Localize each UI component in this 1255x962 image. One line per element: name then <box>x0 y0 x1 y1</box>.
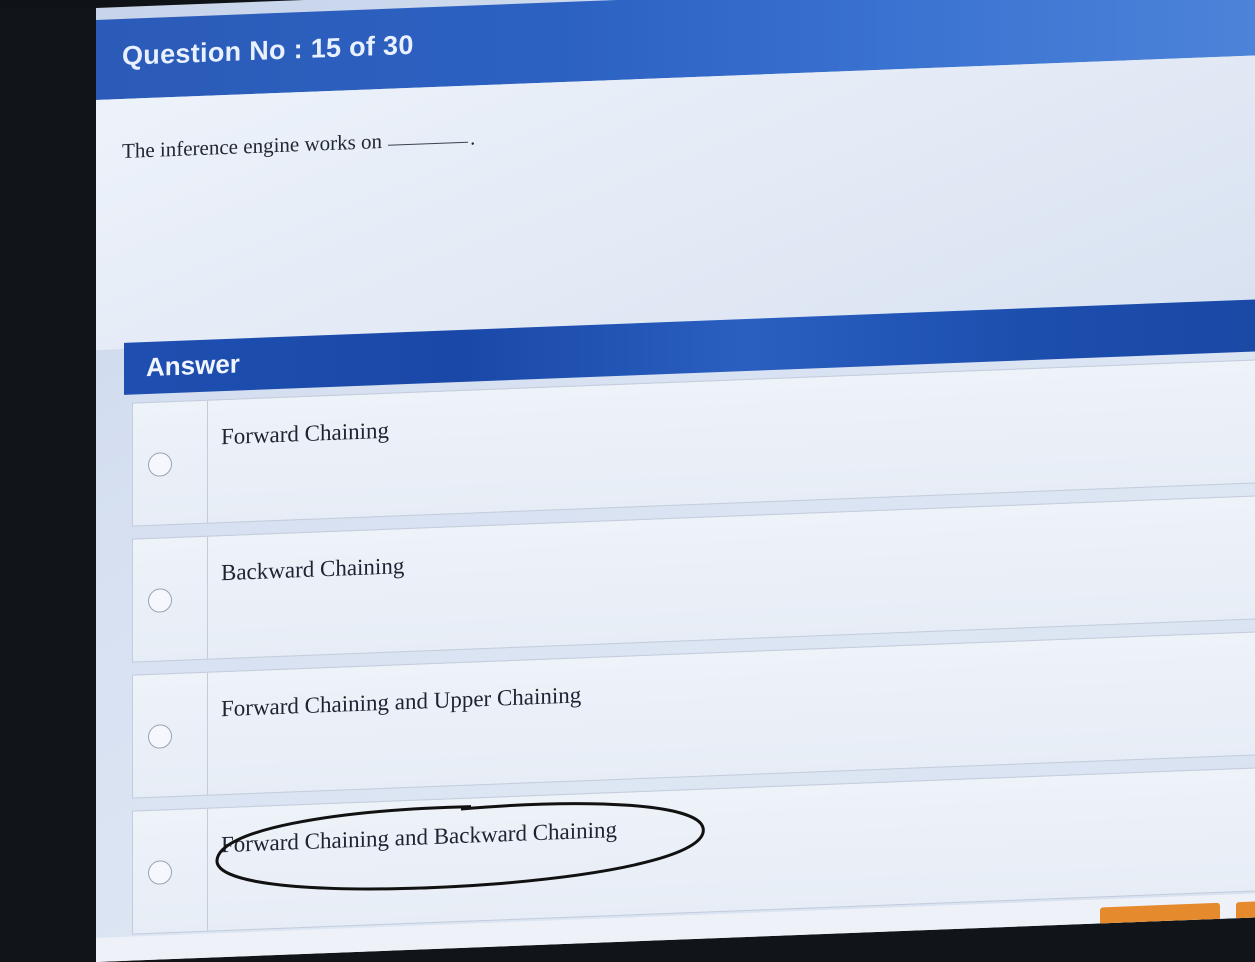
radio-cell <box>133 400 208 526</box>
quiz-screen: Question No : 15 of 30 The inference eng… <box>96 0 1255 962</box>
option-label: Backward Chaining <box>221 553 405 586</box>
radio-cell <box>133 808 208 934</box>
fill-in-blank <box>388 141 469 146</box>
answer-title: Answer <box>146 348 240 383</box>
radio-button[interactable] <box>148 860 172 886</box>
radio-button[interactable] <box>148 452 172 478</box>
nav-button-secondary[interactable] <box>1236 900 1255 937</box>
option-label: Forward Chaining and Backward Chaining <box>221 816 618 858</box>
radio-cell <box>133 536 208 662</box>
radio-button[interactable] <box>148 588 172 614</box>
question-text-line: The inference engine works on. <box>122 125 475 164</box>
option-label: Forward Chaining <box>221 417 390 450</box>
nav-button-primary[interactable] <box>1100 902 1220 942</box>
question-number: Question No : 15 of 30 <box>122 29 414 72</box>
blank-period: . <box>470 125 476 150</box>
question-text: The inference engine works on <box>122 129 383 164</box>
radio-button[interactable] <box>148 724 172 750</box>
option-label: Forward Chaining and Upper Chaining <box>221 682 582 722</box>
answer-options: Forward Chaining Backward Chaining Forwa… <box>132 359 1255 946</box>
radio-cell <box>133 672 208 798</box>
